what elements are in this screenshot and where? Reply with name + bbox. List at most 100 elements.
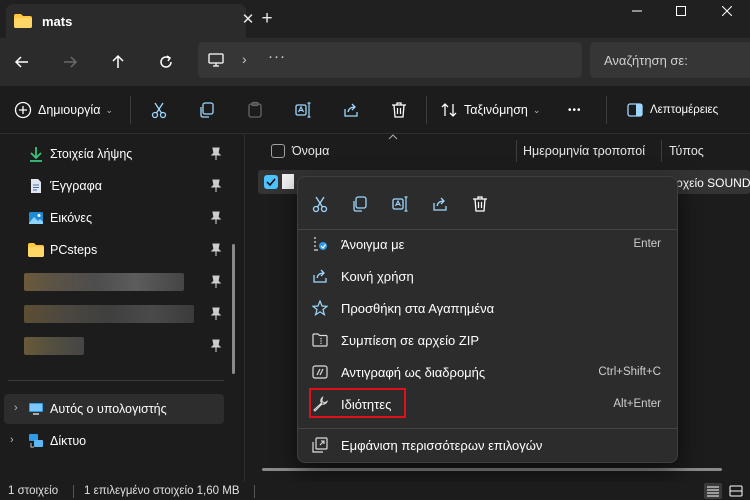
forward-button[interactable] <box>54 46 86 78</box>
blurred-label <box>24 305 194 323</box>
refresh-button[interactable] <box>150 46 182 78</box>
maximize-button[interactable] <box>658 0 704 22</box>
delete-button[interactable] <box>467 191 493 217</box>
sidebar-item-pictures[interactable]: Εικόνες <box>0 203 230 233</box>
paste-button[interactable] <box>246 98 264 122</box>
column-header-row: Όνομα Ημερομηνία τροποποί Τύπος <box>245 134 750 168</box>
details-view-icon[interactable] <box>704 483 722 499</box>
pin-icon <box>210 275 222 288</box>
column-separator[interactable] <box>661 140 662 162</box>
sidebar-item-blurred[interactable] <box>0 267 230 297</box>
document-icon <box>31 179 41 193</box>
select-all-checkbox[interactable] <box>271 144 285 158</box>
chevron-down-icon: ⌄ <box>532 104 541 115</box>
sidebar-item-label: Εικόνες <box>50 211 93 225</box>
horizontal-scrollbar[interactable] <box>262 468 722 471</box>
close-window-button[interactable] <box>704 0 750 22</box>
delete-button[interactable] <box>390 98 408 122</box>
divider <box>426 96 427 124</box>
arrow-up-icon <box>112 54 124 68</box>
column-separator[interactable] <box>516 140 517 162</box>
more-icon: ••• <box>568 104 582 116</box>
chevron-right-icon[interactable]: › <box>10 434 14 446</box>
arrow-right-icon <box>64 56 78 68</box>
tab-title: mats <box>42 14 73 29</box>
title-bar: mats ✕ + <box>0 0 750 38</box>
paste-icon <box>248 101 262 118</box>
pin-icon <box>210 211 222 224</box>
menu-item-show-more-options[interactable]: Εμφάνιση περισσότερων επιλογών <box>304 430 671 460</box>
sidebar-item-label: Έγγραφα <box>50 179 102 193</box>
sort-button[interactable]: Ταξινόμηση ⌄ <box>440 98 540 122</box>
rename-button[interactable] <box>387 191 413 217</box>
up-button[interactable] <box>102 46 134 78</box>
tiles-view-icon[interactable] <box>727 483 745 499</box>
rename-icon <box>392 196 408 212</box>
cut-button[interactable] <box>307 191 333 217</box>
divider <box>298 428 677 429</box>
column-name[interactable]: Όνομα <box>292 144 329 158</box>
folder-icon <box>14 14 32 28</box>
sidebar-item-blurred[interactable] <box>0 299 230 329</box>
menu-item-label: Συμπίεση σε αρχείο ZIP <box>341 333 480 348</box>
blurred-label <box>24 337 84 355</box>
copy-button[interactable] <box>347 191 373 217</box>
minimize-button[interactable] <box>614 0 660 22</box>
sidebar-item-this-pc[interactable]: › Αυτός ο υπολογιστής <box>4 394 224 424</box>
sidebar-item-blurred[interactable] <box>0 331 230 361</box>
sidebar-item-documents[interactable]: Έγγραφα <box>0 171 230 201</box>
sidebar-item-pcsteps[interactable]: PCsteps <box>0 235 230 265</box>
chevron-down-icon: ⌄ <box>105 104 113 115</box>
blurred-label <box>24 273 184 291</box>
column-date-modified[interactable]: Ημερομηνία τροποποί <box>523 144 659 158</box>
sidebar-item-network[interactable]: › Δίκτυο <box>4 426 234 456</box>
new-button[interactable]: Δημιουργία ⌄ <box>14 98 113 122</box>
delete-icon <box>473 196 487 212</box>
zip-icon <box>312 333 328 347</box>
pin-icon <box>210 339 222 352</box>
tab-mats[interactable]: mats ✕ <box>6 4 254 38</box>
sidebar-item-downloads[interactable]: Στοιχεία λήψης <box>0 139 230 169</box>
share-button[interactable] <box>342 98 360 122</box>
shortcut-text: Ctrl+Shift+C <box>598 366 661 378</box>
new-tab-button[interactable]: + <box>256 8 278 30</box>
cut-icon <box>312 196 328 213</box>
close-icon <box>722 6 732 16</box>
shortcut-text: Enter <box>633 238 662 250</box>
folder-icon <box>28 243 44 257</box>
menu-item-label: Εμφάνιση περισσότερων επιλογών <box>341 438 543 453</box>
rename-button[interactable] <box>294 98 312 122</box>
nav-scrollbar[interactable] <box>232 244 235 374</box>
more-options-button[interactable]: ••• <box>568 98 582 122</box>
tab-close-icon[interactable]: ✕ <box>238 10 258 30</box>
breadcrumb-overflow[interactable]: ··· <box>268 48 286 65</box>
menu-item-open-with[interactable]: Άνοιγμα με Enter <box>304 229 671 259</box>
checkmark-icon <box>266 178 276 187</box>
copy-icon <box>200 102 214 118</box>
menu-item-label: Αντιγραφή ως διαδρομής <box>341 365 486 380</box>
chevron-right-icon[interactable]: › <box>14 402 18 414</box>
share-button[interactable] <box>427 191 453 217</box>
breadcrumb-chevron[interactable]: › <box>242 51 247 67</box>
item-count: 1 στοιχείο <box>8 485 59 497</box>
menu-item-share[interactable]: Κοινή χρήση <box>304 261 671 291</box>
row-checkbox[interactable] <box>264 175 278 189</box>
highlight-box <box>309 388 406 418</box>
cut-button[interactable] <box>150 98 168 122</box>
details-button[interactable]: Λεπτομέρειες <box>626 98 718 122</box>
file-icon <box>282 174 294 189</box>
copy-button[interactable] <box>198 98 216 122</box>
divider <box>130 96 131 124</box>
search-input[interactable]: Αναζήτηση σε: <box>590 42 750 78</box>
menu-item-add-to-favorites[interactable]: Προσθήκη στα Αγαπημένα <box>304 293 671 323</box>
navigation-pane: Στοιχεία λήψης Έγγραφα Εικόνες PCsteps ›… <box>0 134 244 482</box>
column-type[interactable]: Τύπος <box>669 144 704 158</box>
external-menu-icon <box>312 437 328 453</box>
back-button[interactable] <box>6 46 38 78</box>
download-icon <box>30 147 42 162</box>
divider <box>73 485 74 498</box>
menu-item-compress-zip[interactable]: Συμπίεση σε αρχείο ZIP <box>304 325 671 355</box>
maximize-icon <box>676 6 686 16</box>
address-bar[interactable]: › ··· <box>198 42 582 78</box>
menu-item-copy-as-path[interactable]: Αντιγραφή ως διαδρομής Ctrl+Shift+C <box>304 357 671 387</box>
